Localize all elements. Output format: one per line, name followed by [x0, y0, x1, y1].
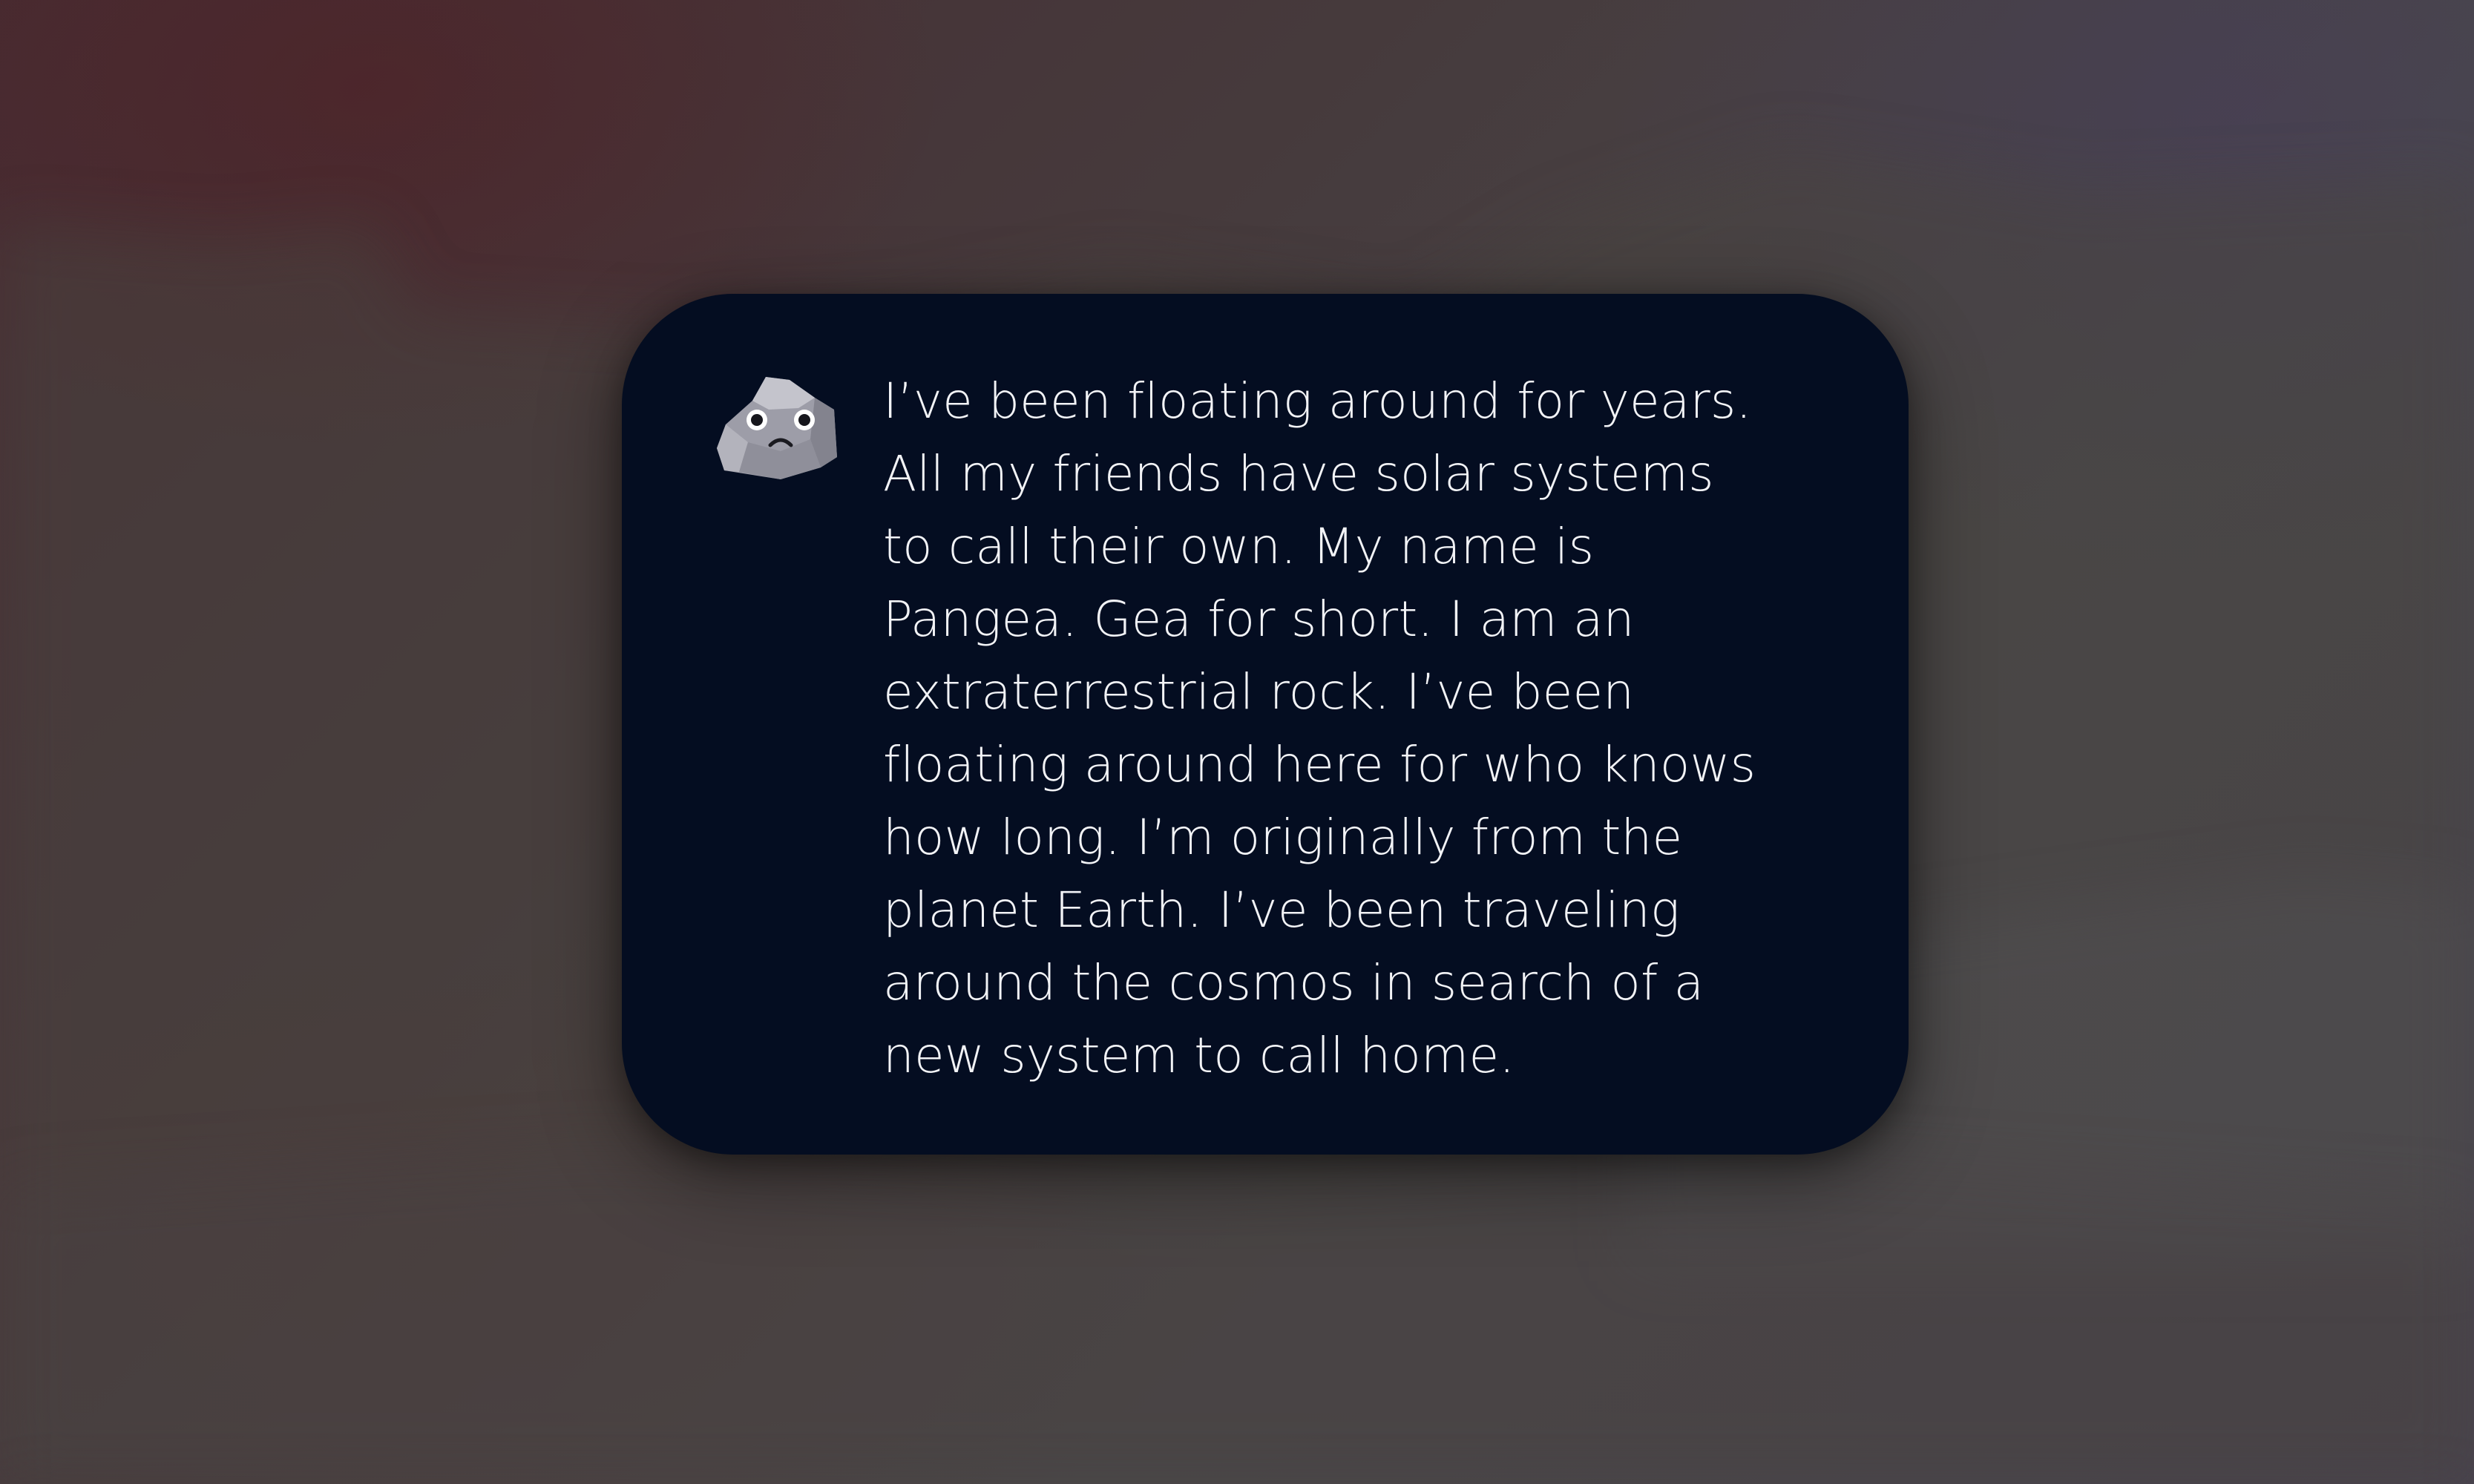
dialog-text: I’ve been floating around for years. All… — [883, 372, 1756, 1084]
dialog-card[interactable]: I’ve been floating around for years. All… — [622, 294, 1909, 1155]
rock-character-icon — [709, 371, 846, 482]
